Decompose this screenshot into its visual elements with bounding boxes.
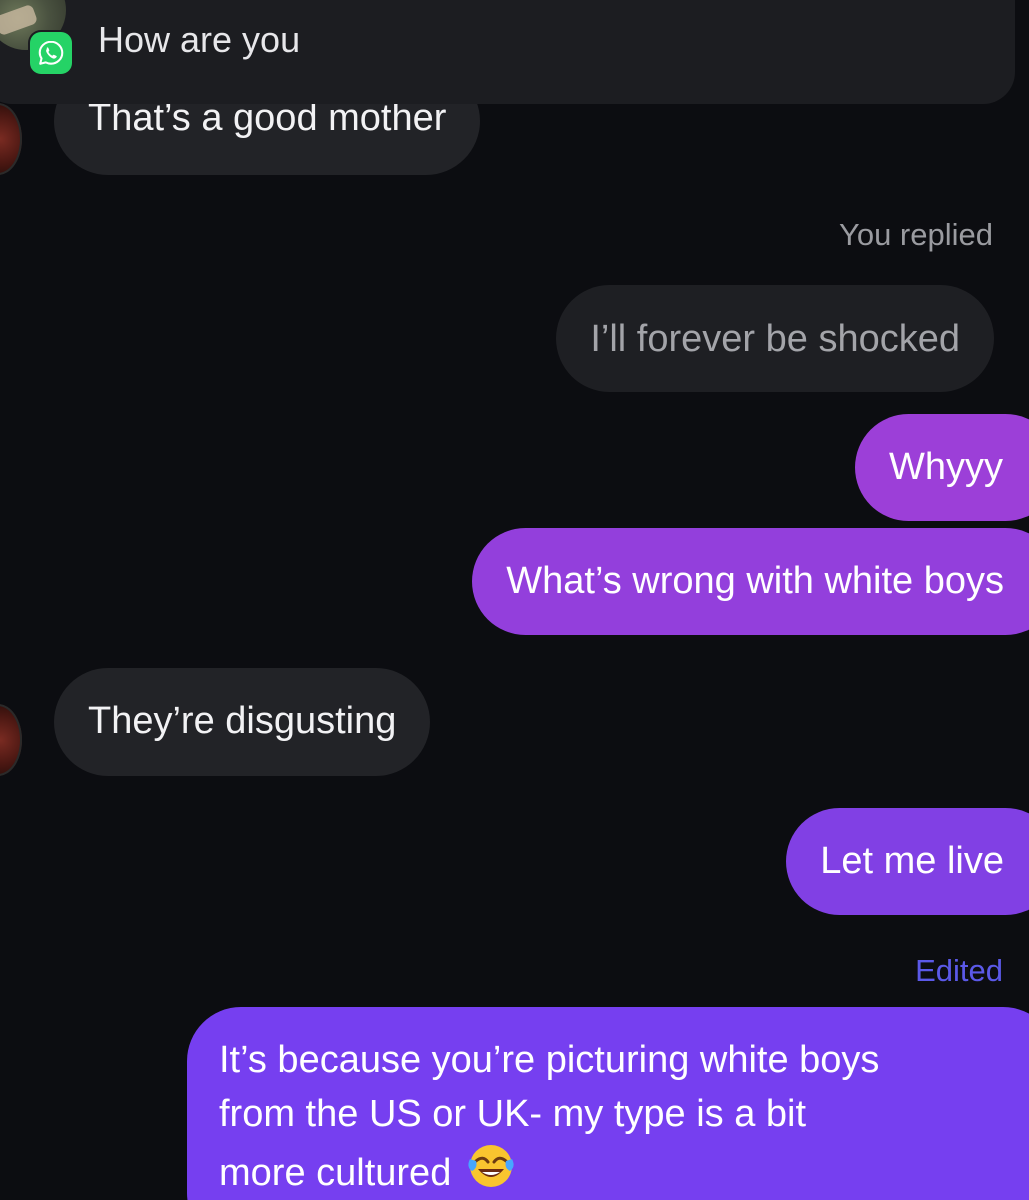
sent-message-multiline[interactable]: It’s because you’re picturing white boys… [187, 1007, 1029, 1200]
sent-message-line: It’s because you’re picturing white boys [219, 1039, 880, 1081]
whatsapp-icon [30, 32, 72, 74]
sent-message-line: from the US or UK- my type is a bit [219, 1093, 807, 1135]
quoted-reply-text: I’ll forever be shocked [590, 318, 960, 360]
sent-message-line-text: more cultured [219, 1152, 452, 1194]
sent-message[interactable]: What’s wrong with white boys [472, 528, 1029, 635]
face-with-tears-of-joy-icon [466, 1141, 516, 1191]
sender-avatar[interactable] [0, 704, 22, 776]
edited-label[interactable]: Edited [915, 953, 1003, 989]
sent-message-text: What’s wrong with white boys [506, 560, 1004, 602]
you-replied-label: You replied [839, 217, 993, 252]
quoted-reply-bubble[interactable]: I’ll forever be shocked [556, 285, 994, 392]
received-message[interactable]: They’re disgusting [54, 668, 431, 776]
sender-avatar[interactable] [0, 103, 22, 175]
sent-message-text: Let me live [820, 840, 1004, 882]
sent-message[interactable]: Whyyy [855, 414, 1029, 521]
sent-message-line: more cultured [219, 1141, 1025, 1200]
sent-message[interactable]: Let me live [786, 808, 1029, 915]
sent-message-text: Whyyy [889, 446, 1003, 488]
chat-screen: That’s a good mother You replied I’ll fo… [0, 0, 1029, 1200]
notification-text: How are you [98, 19, 301, 60]
received-message-text: They’re disgusting [88, 700, 397, 742]
